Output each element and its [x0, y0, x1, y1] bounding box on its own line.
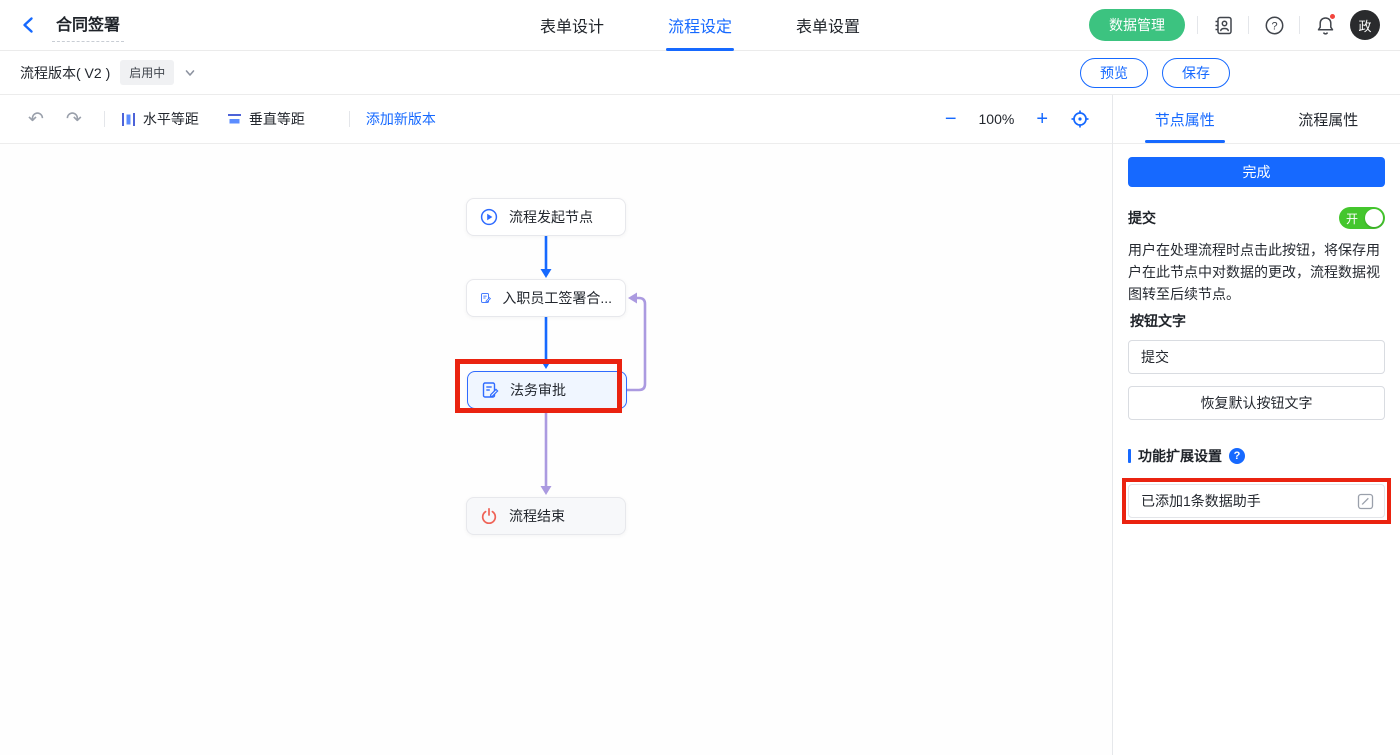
submit-label: 提交 [1128, 210, 1156, 226]
back-button[interactable] [20, 16, 38, 34]
flow-canvas[interactable]: 流程发起节点 入职员工签署合... 法务审批 流程结束 [0, 144, 1112, 755]
data-assistant-text: 已添加1条数据助手 [1141, 493, 1261, 509]
header-tab-bar: 表单设计 流程设定 表单设置 [540, 0, 860, 51]
node-label: 法务审批 [510, 382, 566, 398]
node-label: 流程结束 [509, 508, 565, 524]
save-button[interactable]: 保存 [1162, 57, 1230, 88]
node-label: 入职员工签署合... [502, 290, 612, 306]
button-text-label: 按钮文字 [1130, 313, 1186, 329]
section-accent-bar [1128, 449, 1131, 463]
tab-process-properties[interactable]: 流程属性 [1257, 95, 1400, 143]
page-title[interactable]: 合同签署 [52, 9, 125, 42]
done-button[interactable]: 完成 [1128, 157, 1385, 187]
vertical-distribute-icon [227, 113, 241, 123]
annotation-rect-assistant: 已添加1条数据助手 [1122, 478, 1391, 524]
document-edit-icon [481, 293, 491, 303]
body: ↶ ↷ 水平等距 垂直等距 添加新版本 − 100% + 流程发起节点 入职员工… [0, 95, 1400, 755]
submit-toggle[interactable]: 开 [1339, 207, 1385, 229]
toggle-knob [1365, 209, 1383, 227]
divider [1197, 16, 1198, 34]
button-text-input[interactable] [1128, 340, 1385, 374]
panel-body: 完成 提交 开 用户在处理流程时点击此按钮，将保存用户在此节点中对数据的更改，流… [1113, 144, 1400, 537]
fit-view-icon[interactable] [1070, 109, 1090, 129]
extension-help-icon[interactable]: ? [1229, 448, 1245, 464]
node-process-start[interactable]: 流程发起节点 [466, 198, 626, 236]
node-employee-sign[interactable]: 入职员工签署合... [466, 279, 626, 317]
zoom-controls: − 100% + [945, 109, 1090, 129]
power-icon [481, 507, 497, 525]
divider [1248, 16, 1249, 34]
help-icon[interactable]: ? [1261, 12, 1287, 38]
contact-book-icon[interactable] [1210, 12, 1236, 38]
version-dropdown-chevron-icon[interactable] [184, 67, 196, 79]
extension-title: 功能扩展设置 [1138, 448, 1222, 464]
node-legal-approval[interactable]: 法务审批 [467, 371, 627, 409]
header-actions: 数据管理 ? 政 [1089, 9, 1380, 41]
divider [1299, 16, 1300, 34]
horizontal-distribute-button[interactable]: 水平等距 [121, 109, 199, 129]
notification-dot [1329, 13, 1336, 20]
zoom-level: 100% [978, 111, 1015, 127]
status-badge: 启用中 [120, 60, 175, 85]
zoom-in-button[interactable]: + [1036, 109, 1048, 129]
svg-text:?: ? [1271, 20, 1277, 32]
data-manage-button[interactable]: 数据管理 [1089, 9, 1185, 41]
properties-panel: 节点属性 流程属性 完成 提交 开 用户在处理流程时点击此按钮，将保存用户在此节… [1113, 95, 1400, 755]
undo-icon[interactable]: ↶ [22, 110, 50, 129]
submit-description: 用户在处理流程时点击此按钮，将保存用户在此节点中对数据的更改，流程数据视图转至后… [1128, 242, 1380, 302]
horizontal-distribute-label: 水平等距 [142, 111, 199, 127]
redo-icon[interactable]: ↷ [60, 110, 88, 129]
tab-form-settings[interactable]: 表单设置 [796, 0, 860, 51]
node-process-end[interactable]: 流程结束 [466, 497, 626, 535]
add-version-link[interactable]: 添加新版本 [366, 109, 436, 129]
version-label: 流程版本( V2 ) [20, 64, 111, 81]
version-actions: 预览 保存 [1080, 57, 1230, 88]
tab-form-design[interactable]: 表单设计 [540, 0, 604, 51]
toggle-on-text: 开 [1346, 211, 1359, 226]
edit-icon[interactable] [1357, 493, 1374, 510]
document-edit-icon [482, 382, 499, 398]
version-bar: 流程版本( V2 ) 启用中 预览 保存 [0, 51, 1400, 95]
submit-setting-row: 提交 开 [1128, 207, 1385, 229]
zoom-out-button[interactable]: − [945, 109, 957, 129]
extension-section-header: 功能扩展设置 ? [1128, 446, 1385, 466]
divider [348, 111, 350, 127]
canvas-toolbar: ↶ ↷ 水平等距 垂直等距 添加新版本 − 100% + [0, 95, 1112, 144]
horizontal-distribute-icon [121, 112, 135, 126]
preview-button[interactable]: 预览 [1080, 57, 1148, 88]
play-circle-icon [480, 208, 498, 226]
node-label: 流程发起节点 [509, 209, 593, 225]
tab-process-setting[interactable]: 流程设定 [665, 0, 735, 51]
tab-node-properties[interactable]: 节点属性 [1113, 95, 1257, 143]
vertical-distribute-label: 垂直等距 [248, 111, 305, 127]
back-chevron-icon [23, 17, 33, 33]
designer-column: ↶ ↷ 水平等距 垂直等距 添加新版本 − 100% + 流程发起节点 入职员工… [0, 95, 1113, 755]
avatar[interactable]: 政 [1350, 10, 1380, 40]
top-header: 合同签署 表单设计 流程设定 表单设置 数据管理 ? 政 [0, 0, 1400, 51]
panel-tab-bar: 节点属性 流程属性 [1113, 95, 1400, 144]
restore-default-button[interactable]: 恢复默认按钮文字 [1128, 386, 1385, 420]
notification-bell-icon[interactable] [1312, 12, 1338, 38]
data-assistant-row[interactable]: 已添加1条数据助手 [1128, 484, 1385, 518]
divider [103, 111, 105, 127]
vertical-distribute-button[interactable]: 垂直等距 [227, 109, 305, 129]
app-root: 合同签署 表单设计 流程设定 表单设置 数据管理 ? 政 流程版本(V2) … [0, 0, 1400, 755]
